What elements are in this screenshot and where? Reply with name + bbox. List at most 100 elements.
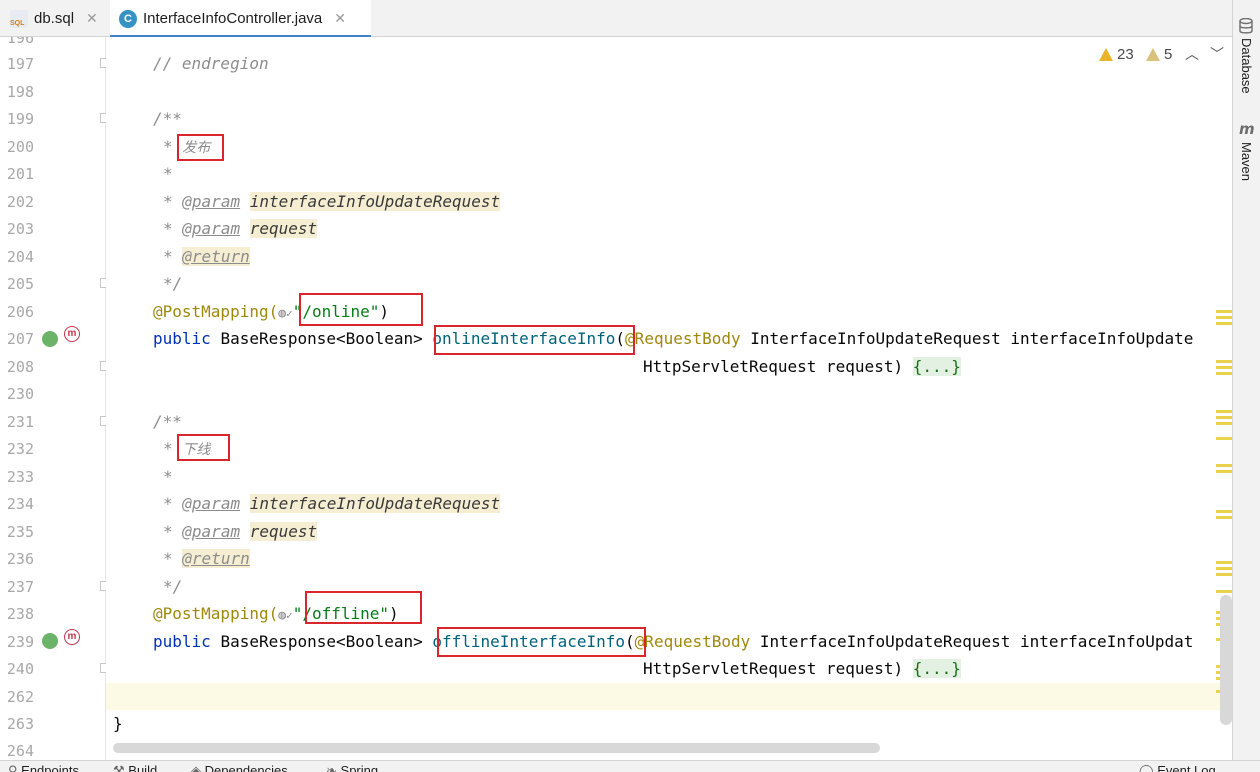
warning-marker[interactable] <box>1216 470 1232 473</box>
online-method-name[interactable]: onlineInterfaceInfo <box>432 329 615 348</box>
line-number: 240 <box>6 660 34 678</box>
line-number: 263 <box>6 715 34 733</box>
doc-star: * <box>163 247 173 266</box>
post-mapping-annotation: @PostMapping( <box>153 604 279 623</box>
line-number: 232 <box>6 440 34 458</box>
database-tool-button[interactable]: Database <box>1239 38 1254 94</box>
warning-marker[interactable] <box>1216 322 1232 325</box>
param-name: request <box>249 219 318 238</box>
warning-marker[interactable] <box>1216 561 1232 564</box>
maven-tool-button[interactable]: Maven <box>1239 142 1254 181</box>
offline-description: 下线 <box>182 442 211 458</box>
code-line-197: // endregion <box>153 54 269 73</box>
warning-marker[interactable] <box>1216 360 1232 363</box>
vertical-scrollbar[interactable] <box>1220 595 1232 725</box>
param-list: InterfaceInfoUpdateRequest interfaceInfo… <box>750 329 1194 348</box>
return-tag: @return <box>182 549 250 568</box>
warning-marker[interactable] <box>1216 410 1232 413</box>
close-icon[interactable]: ✕ <box>334 10 346 27</box>
param-name: interfaceInfoUpdateRequest <box>249 494 501 513</box>
mapping-method-icon[interactable]: m <box>64 326 80 342</box>
build-tool-button[interactable]: ⚒ Build <box>113 763 157 772</box>
code-line-236: * @return <box>163 549 250 568</box>
warning-icon <box>1099 48 1113 61</box>
line-number: 205 <box>6 275 34 293</box>
line-number: 237 <box>6 578 34 596</box>
code-line-199: /** <box>153 109 182 128</box>
online-description: 发布 <box>182 140 211 156</box>
warning-marker[interactable] <box>1216 422 1232 425</box>
post-mapping-annotation: @PostMapping( <box>153 302 279 321</box>
offline-method-name[interactable]: offlineInterfaceInfo <box>432 632 625 651</box>
line-number: 206 <box>6 303 34 321</box>
code-line-201: * <box>163 164 173 183</box>
spring-tool-button[interactable]: ❧ Spring <box>326 763 378 772</box>
tab-interface-info-controller[interactable]: C InterfaceInfoController.java ✕ <box>110 0 371 38</box>
code-line-263: } <box>113 714 123 733</box>
warning-marker[interactable] <box>1216 464 1232 467</box>
doc-star: * <box>163 192 173 211</box>
code-line-232: * 下线 <box>163 439 210 459</box>
maven-icon: m <box>1239 120 1255 138</box>
line-number: 207 <box>6 330 34 348</box>
editor-tab-bar: SQL db.sql ✕ C InterfaceInfoController.j… <box>0 0 1232 38</box>
weak-warnings-indicator[interactable]: 5 <box>1146 46 1172 63</box>
online-path[interactable]: "/online" <box>293 302 380 321</box>
code-line-231: /** <box>153 412 182 431</box>
horizontal-scrollbar[interactable] <box>113 743 880 753</box>
tab-db-sql[interactable]: SQL db.sql ✕ <box>10 0 110 37</box>
endpoint-navigate-icon[interactable] <box>42 633 58 649</box>
code-line-233: * <box>163 467 173 486</box>
warning-marker[interactable] <box>1216 310 1232 313</box>
folded-method-body[interactable]: {...} <box>912 659 961 678</box>
warning-marker[interactable] <box>1216 567 1232 570</box>
line-number: 235 <box>6 523 34 541</box>
code-line-207: public BaseResponse<Boolean> onlineInter… <box>153 329 1193 348</box>
warning-marker[interactable] <box>1216 573 1232 576</box>
public-keyword: public <box>153 632 211 651</box>
close-paren: ) <box>389 604 399 623</box>
doc-star: * <box>163 549 173 568</box>
warning-marker[interactable] <box>1216 372 1232 375</box>
event-log-tool-button[interactable]: ◯ Event Log <box>1139 763 1216 772</box>
param-name: request <box>249 522 318 541</box>
warning-marker[interactable] <box>1216 437 1232 440</box>
code-line-235: * @param request <box>163 522 318 541</box>
line-number: 208 <box>6 358 34 376</box>
code-line-205: */ <box>163 274 183 293</box>
check-icon: ✓ <box>286 307 293 320</box>
code-line-237: */ <box>163 577 183 596</box>
code-editor[interactable] <box>106 37 1232 760</box>
line-number: 202 <box>6 193 34 211</box>
offline-path[interactable]: "/offline" <box>293 604 389 623</box>
right-tool-strip: Database m Maven <box>1232 0 1260 760</box>
warnings-indicator[interactable]: 23 <box>1099 46 1134 63</box>
dependencies-tool-button[interactable]: ◈ Dependencies <box>191 763 288 772</box>
line-number: 239 <box>6 633 34 651</box>
line-number: 198 <box>6 83 34 101</box>
tool-label: Event Log <box>1157 763 1216 772</box>
folded-method-body[interactable]: {...} <box>912 357 961 376</box>
line-number: 234 <box>6 495 34 513</box>
line-number: 231 <box>6 413 34 431</box>
chevron-up-icon[interactable]: ︿ <box>1185 44 1199 64</box>
warning-marker[interactable] <box>1216 366 1232 369</box>
param-name: interfaceInfoUpdateRequest <box>249 192 501 211</box>
warning-marker[interactable] <box>1216 510 1232 513</box>
endpoints-tool-button[interactable]: ⚲ Endpoints <box>8 763 79 772</box>
code-line-200: * 发布 <box>163 137 210 157</box>
line-number: 233 <box>6 468 34 486</box>
param-tag: @param <box>182 494 241 513</box>
warning-marker[interactable] <box>1216 590 1232 593</box>
code-line-238: @PostMapping(◍✓"/offline") <box>153 604 399 623</box>
code-line-204: * @return <box>163 247 250 266</box>
warning-marker[interactable] <box>1216 516 1232 519</box>
mapping-method-icon[interactable]: m <box>64 629 80 645</box>
endpoint-navigate-icon[interactable] <box>42 331 58 347</box>
warning-marker[interactable] <box>1216 416 1232 419</box>
close-icon[interactable]: ✕ <box>86 10 98 27</box>
hammer-icon: ⚒ <box>113 763 125 772</box>
warning-marker[interactable] <box>1216 316 1232 319</box>
globe-icon[interactable]: ◍ <box>278 306 286 321</box>
globe-icon[interactable]: ◍ <box>278 608 286 623</box>
